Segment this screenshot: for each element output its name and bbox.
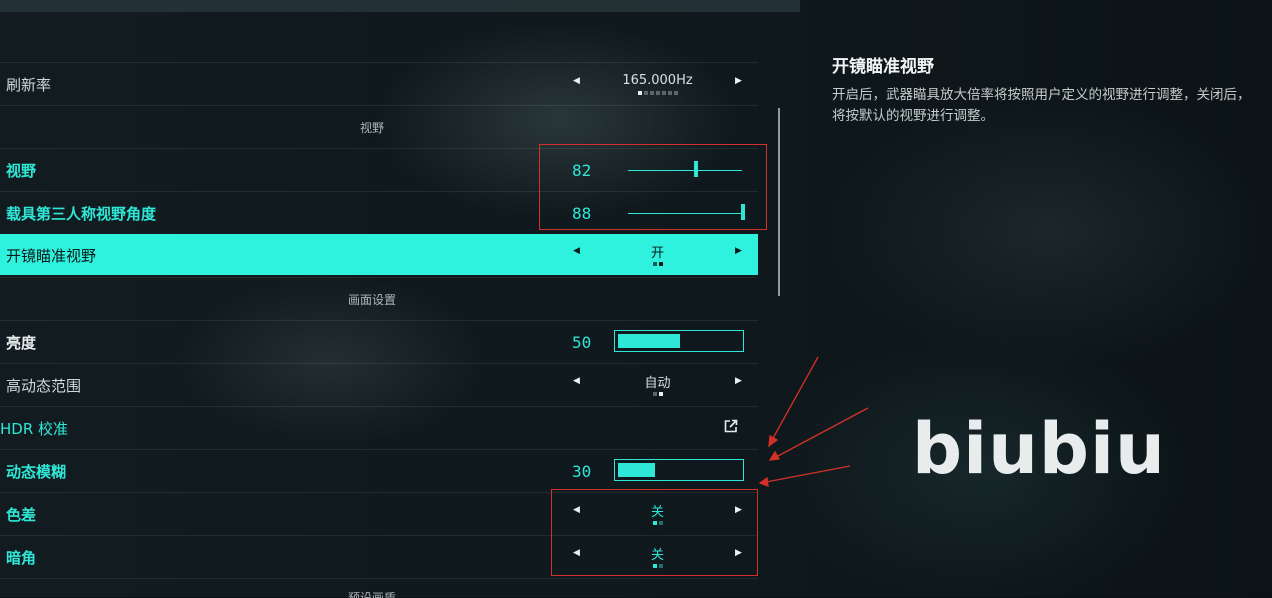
info-title: 开镜瞄准视野 bbox=[832, 57, 934, 77]
info-panel: 开镜瞄准视野 开启后，武器瞄具放大倍率将按照用户定义的视野进行调整，关闭后，将按… bbox=[832, 52, 1262, 127]
watermark-logo: biubiu bbox=[912, 408, 1166, 490]
info-description: 开启后，武器瞄具放大倍率将按照用户定义的视野进行调整，关闭后，将按默认的视野进行… bbox=[832, 87, 1251, 124]
